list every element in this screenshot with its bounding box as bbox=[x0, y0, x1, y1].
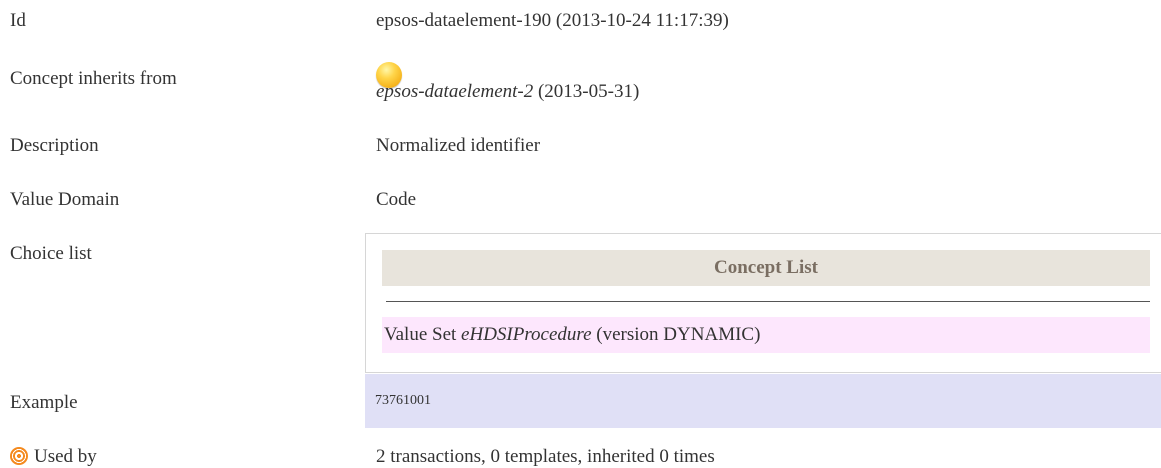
value-set-link[interactable]: eHDSIProcedure bbox=[461, 324, 592, 345]
inherits-date: (2013-05-31) bbox=[533, 81, 640, 102]
divider bbox=[386, 301, 1150, 302]
description-label: Description bbox=[10, 135, 99, 156]
inherits-value: epsos-dataelement-2 (2013-05-31) bbox=[376, 81, 639, 103]
target-icon[interactable] bbox=[10, 447, 28, 465]
choice-list-label: Choice list bbox=[10, 243, 92, 264]
inherits-link[interactable]: epsos-dataelement-2 bbox=[376, 81, 533, 102]
id-value: epsos-dataelement-190 (2013-10-24 11:17:… bbox=[376, 10, 729, 31]
example-label: Example bbox=[10, 392, 78, 413]
value-domain-label: Value Domain bbox=[10, 189, 120, 210]
value-set-row: Value Set eHDSIProcedure (version DYNAMI… bbox=[382, 317, 1150, 353]
used-by-label: Used by bbox=[34, 446, 97, 467]
concept-list-header: Concept List bbox=[382, 250, 1150, 286]
example-value: 73761001 bbox=[375, 393, 431, 408]
example-box: 73761001 bbox=[365, 374, 1161, 428]
used-by-value: 2 transactions, 0 templates, inherited 0… bbox=[376, 446, 715, 467]
description-value: Normalized identifier bbox=[376, 135, 541, 156]
value-set-version: (version DYNAMIC) bbox=[591, 324, 761, 345]
value-set-prefix: Value Set bbox=[384, 324, 462, 345]
inherits-label: Concept inherits from bbox=[10, 68, 177, 89]
value-domain-value: Code bbox=[376, 189, 417, 210]
choice-list-box: Concept List Value Set eHDSIProcedure (v… bbox=[365, 233, 1161, 373]
id-label: Id bbox=[10, 10, 26, 31]
